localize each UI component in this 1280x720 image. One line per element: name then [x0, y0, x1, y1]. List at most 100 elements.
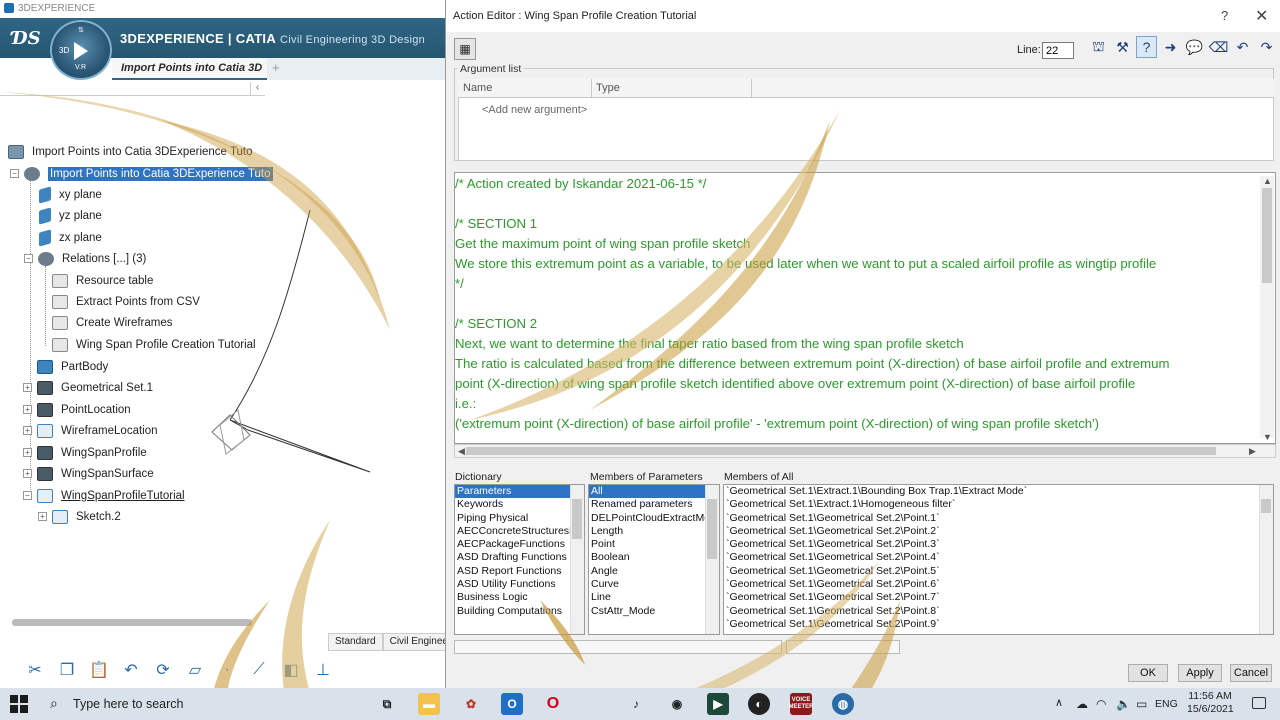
comment-icon[interactable]: 💬 [1184, 36, 1205, 58]
compass-widget[interactable]: ⇅ 3D V.R [50, 20, 112, 80]
tree-item[interactable]: zx plane [39, 228, 102, 248]
scrollbar-thumb[interactable] [1261, 499, 1271, 513]
tree-item[interactable]: + WingSpanSurface [23, 464, 154, 484]
plane-tool-icon[interactable]: ▱ [184, 659, 206, 681]
list-item[interactable]: Business Logic [455, 591, 584, 604]
list-scrollbar[interactable] [570, 485, 584, 634]
list-item[interactable]: DELPointCloudExtractMod [589, 512, 719, 525]
new-tab-button[interactable]: + [272, 60, 280, 75]
collapse-tree-icon[interactable]: ‹ [250, 82, 264, 96]
wifi-icon[interactable]: ◠ [1096, 697, 1106, 711]
scroll-up-icon[interactable]: ▲ [1263, 176, 1272, 186]
list-item[interactable]: ASD Utility Functions [455, 578, 584, 591]
search-icon[interactable]: ⌕ [50, 695, 58, 712]
language-icon[interactable]: ? [1136, 36, 1157, 58]
dictionary-list[interactable]: Parameters Keywords Piping Physical AECC… [454, 484, 585, 635]
tree-root[interactable]: Import Points into Catia 3DExperience Tu… [8, 142, 253, 162]
axis-tool-icon[interactable]: ⊥ [312, 659, 334, 681]
app-icon[interactable]: ◉ [666, 693, 688, 715]
list-item[interactable]: CstAttr_Mode [589, 605, 719, 618]
sound-icon[interactable]: ♪ [625, 693, 647, 715]
list-scrollbar[interactable] [1259, 485, 1273, 634]
cut-icon[interactable]: ✂ [24, 659, 46, 681]
clock[interactable]: 11:56 AM 15/6/2021 [1187, 690, 1234, 716]
apply-button[interactable]: Apply [1178, 664, 1222, 682]
list-item[interactable]: `Geometrical Set.1\Geometrical Set.2\Poi… [724, 538, 1273, 551]
list-item[interactable]: Length [589, 525, 719, 538]
erase-icon[interactable]: ⌫ [1208, 36, 1229, 58]
tree-item[interactable]: − WingSpanProfileTutorial [23, 486, 185, 506]
file-explorer-icon[interactable]: ▬ [418, 693, 440, 715]
column-name-header[interactable]: Name [463, 82, 492, 94]
list-item[interactable]: Building Computations [455, 605, 584, 618]
goto-icon[interactable]: ➜ [1160, 36, 1181, 58]
expand-toggle-icon[interactable]: + [23, 448, 32, 457]
paste-icon[interactable]: 📋 [88, 659, 110, 681]
start-icon[interactable] [10, 695, 28, 713]
cloud-icon[interactable]: ☁ [1076, 697, 1088, 711]
tree-item[interactable]: PartBody [37, 357, 108, 377]
expand-toggle-icon[interactable]: + [23, 405, 32, 414]
tree-item[interactable]: yz plane [39, 206, 102, 226]
task-view-icon[interactable]: ⧉ [376, 693, 398, 715]
point-tool-icon[interactable]: · [216, 659, 238, 681]
line-number-input[interactable] [1042, 42, 1074, 59]
tree-item[interactable]: + Geometrical Set.1 [23, 378, 153, 398]
list-item[interactable]: `Geometrical Set.1\Geometrical Set.2\Poi… [724, 591, 1273, 604]
paint-icon[interactable]: ✿ [460, 693, 482, 715]
3dexperience-icon[interactable]: ◍ [832, 693, 854, 715]
expand-toggle-icon[interactable]: + [23, 469, 32, 478]
list-item[interactable]: AECConcreteStructuresFun [455, 525, 584, 538]
list-item[interactable]: Parameters [455, 485, 584, 499]
column-divider[interactable] [591, 79, 592, 98]
ok-button[interactable]: OK [1128, 664, 1168, 682]
list-item[interactable]: All [589, 485, 705, 499]
list-item[interactable]: `Geometrical Set.1\Extract.1\Bounding Bo… [724, 485, 1273, 498]
tree-item[interactable]: + Sketch.2 [38, 507, 121, 527]
scrollbar-thumb[interactable] [707, 499, 717, 559]
taskbar-search-input[interactable]: Type here to search [73, 697, 183, 711]
list-item[interactable]: `Geometrical Set.1\Geometrical Set.2\Poi… [724, 512, 1273, 525]
list-item[interactable]: AECPackageFunctions [455, 538, 584, 551]
column-type-header[interactable]: Type [596, 82, 620, 94]
list-scrollbar[interactable] [705, 485, 719, 634]
list-item[interactable]: Piping Physical [455, 512, 584, 525]
list-item[interactable]: `Geometrical Set.1\Geometrical Set.2\Poi… [724, 565, 1273, 578]
tree-horizontal-scrollbar[interactable] [12, 619, 252, 626]
tree-item[interactable]: Extract Points from CSV [52, 292, 200, 312]
tree-item[interactable]: + PointLocation [23, 400, 131, 420]
list-item[interactable]: Line [589, 591, 719, 604]
close-button[interactable]: ✕ [1255, 6, 1268, 26]
cancel-button[interactable]: Cancel [1230, 664, 1272, 682]
obs-icon[interactable]: ◐ [748, 693, 770, 715]
expand-toggle-icon[interactable]: + [23, 383, 32, 392]
tree-item[interactable]: Create Wireframes [52, 313, 173, 333]
column-divider[interactable] [751, 79, 752, 98]
list-item[interactable]: Angle [589, 565, 719, 578]
scrollbar-thumb[interactable] [572, 499, 582, 539]
scroll-left-icon[interactable]: ◀ [458, 446, 465, 457]
redo-icon[interactable]: ↷ [1256, 36, 1277, 58]
expand-toggle-icon[interactable]: + [23, 426, 32, 435]
language-indicator[interactable]: ENG [1155, 698, 1178, 710]
chevron-up-icon[interactable]: ∧ [1055, 696, 1063, 709]
document-tab-active[interactable]: Import Points into Catia 3D [112, 58, 267, 80]
voicemeeter-icon[interactable]: VOICE MEETER [789, 693, 814, 715]
scrollbar-thumb[interactable] [1262, 188, 1272, 283]
wing-sketch-geometry[interactable] [200, 210, 450, 490]
members-parameters-list[interactable]: All Renamed parameters DELPointCloudExtr… [588, 484, 720, 635]
browser-icon[interactable]: ⛫ [1088, 36, 1109, 58]
list-item[interactable]: ASD Drafting Functions [455, 551, 584, 564]
tree-item[interactable]: xy plane [39, 185, 102, 205]
tree-item[interactable]: Resource table [52, 271, 153, 291]
tab-standard[interactable]: Standard [328, 633, 383, 651]
help-button[interactable]: ? [1221, 8, 1228, 23]
list-item[interactable]: Renamed parameters [589, 498, 719, 511]
list-item[interactable]: `Geometrical Set.1\Geometrical Set.2\Poi… [724, 551, 1273, 564]
undo-icon[interactable]: ↶ [120, 659, 142, 681]
undo-icon[interactable]: ↶ [1232, 36, 1253, 58]
opera-icon[interactable]: O [542, 693, 564, 715]
add-argument-row[interactable]: <Add new argument> [482, 104, 587, 116]
list-item[interactable]: ASD Report Functions [455, 565, 584, 578]
copy-icon[interactable]: ❐ [56, 659, 78, 681]
